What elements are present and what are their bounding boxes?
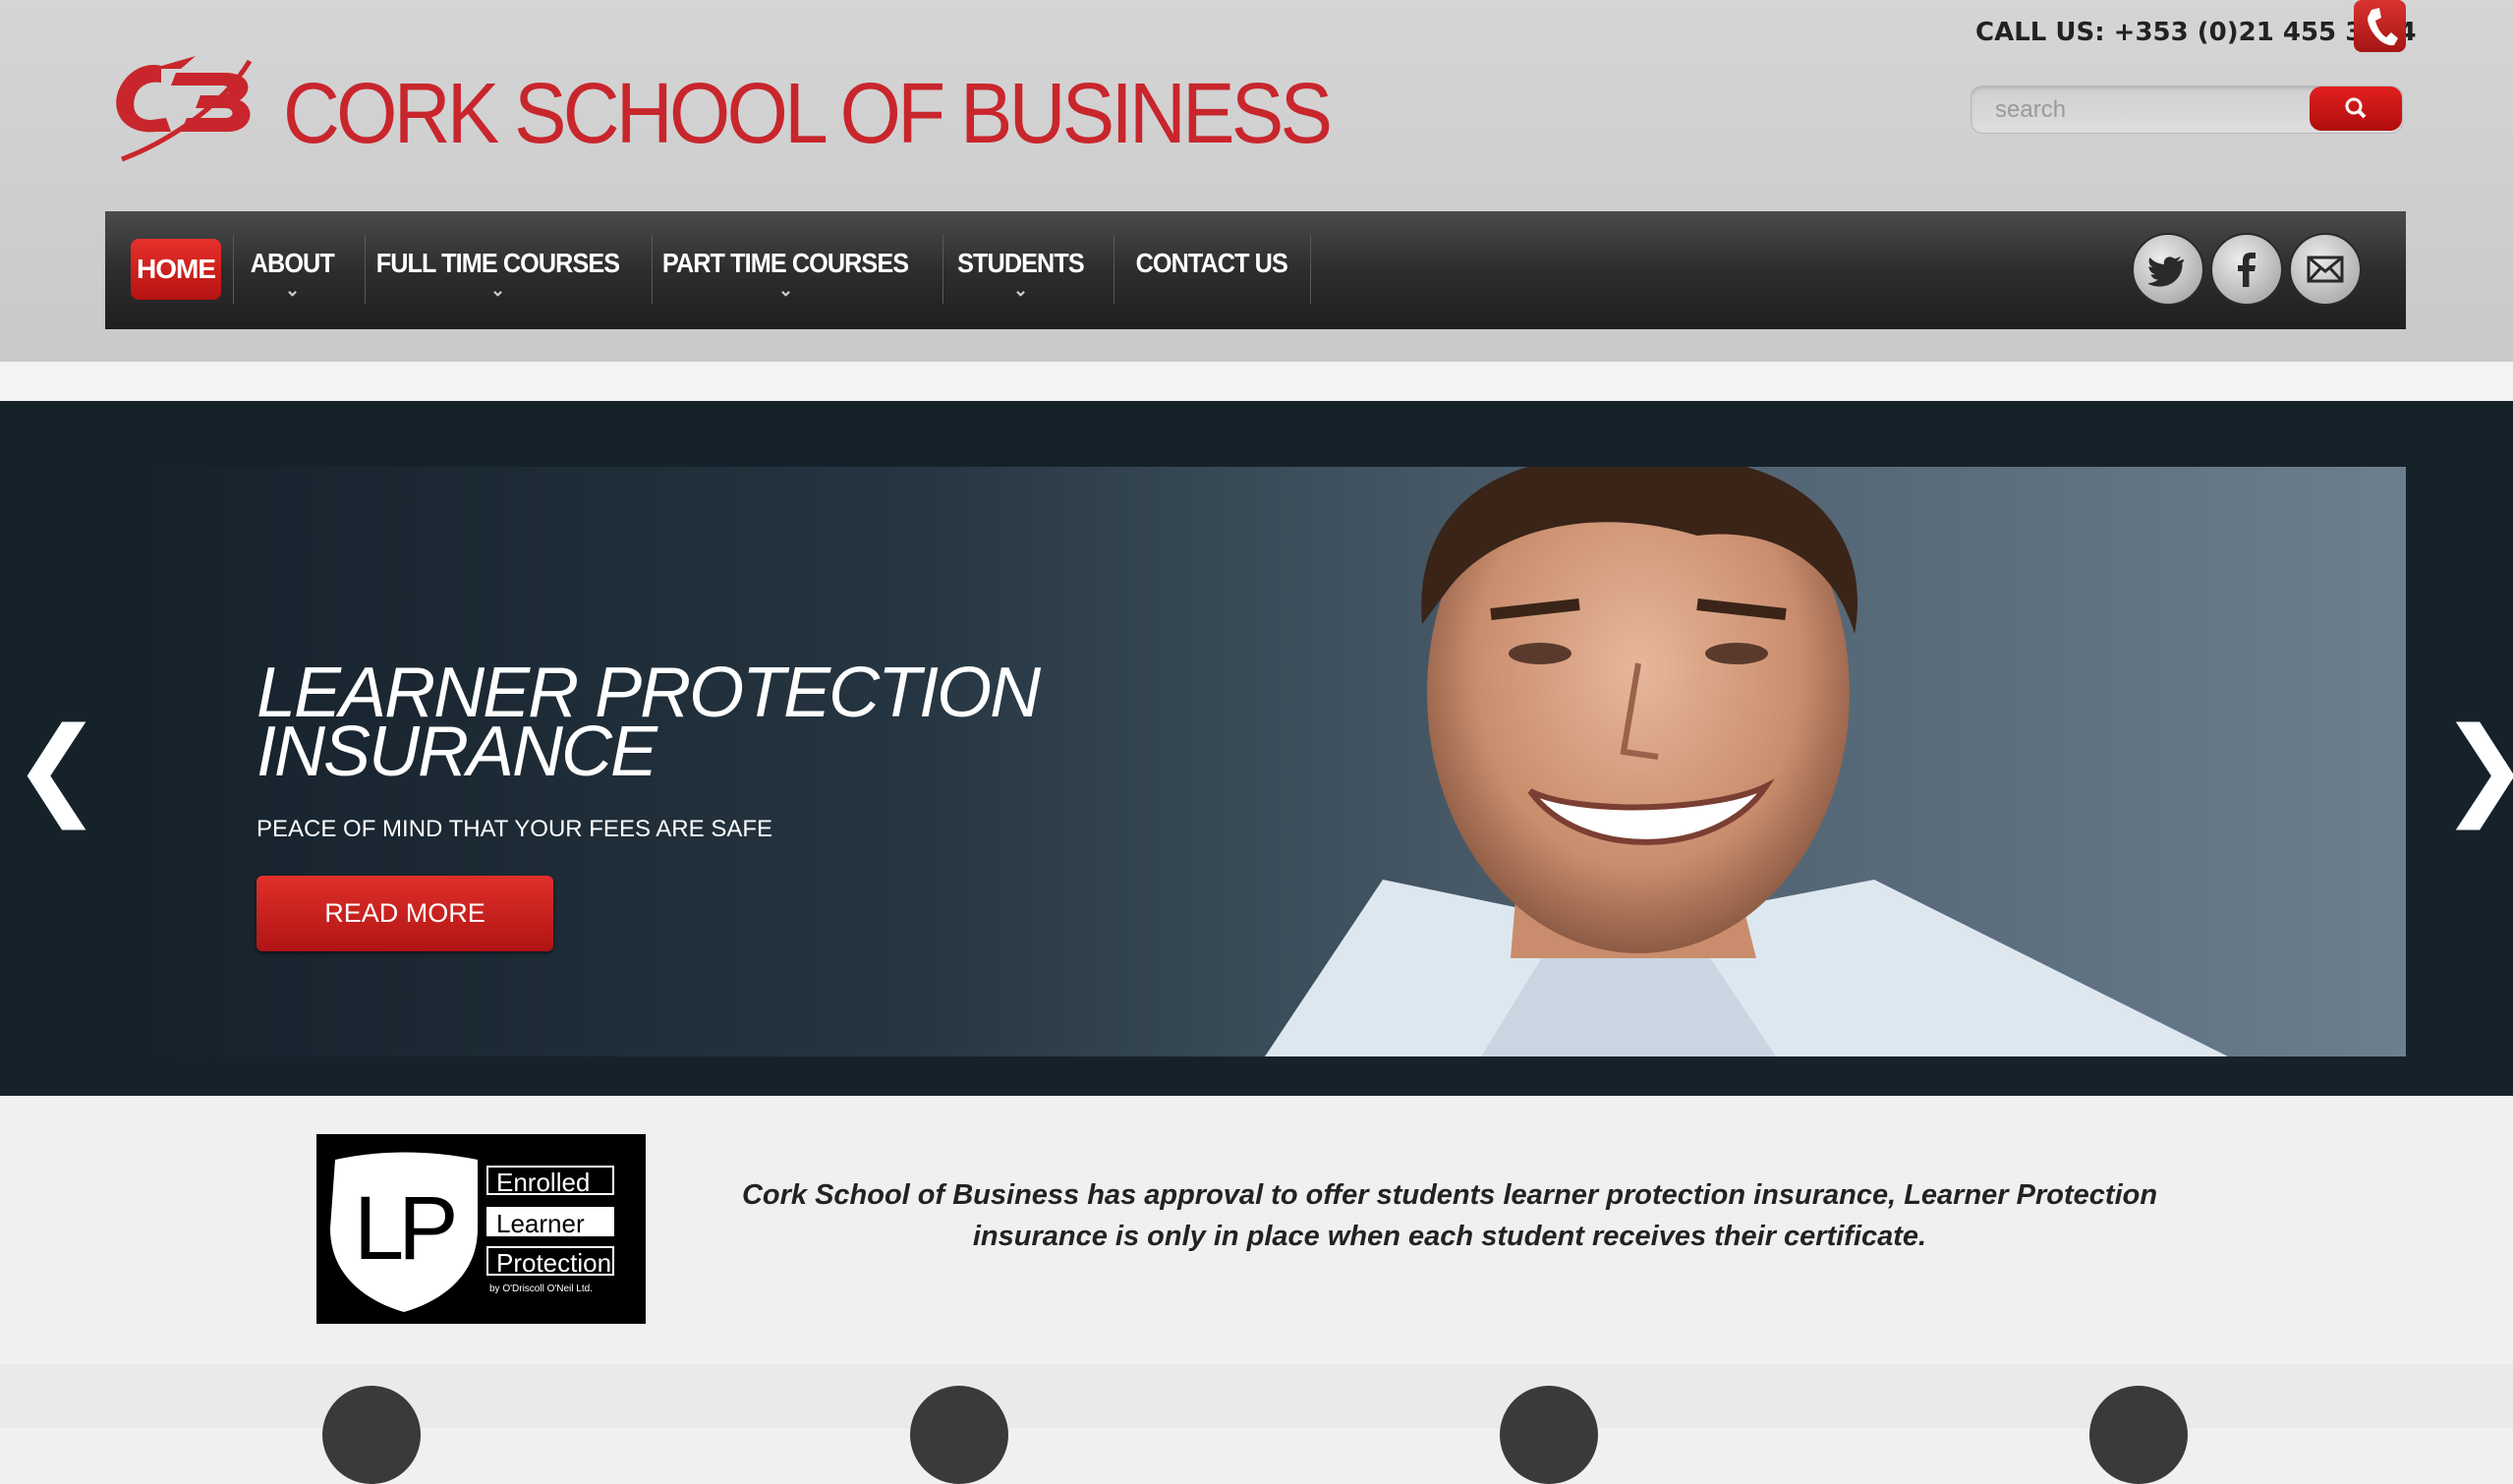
phone-button[interactable]	[2354, 0, 2406, 52]
nav-home-label: HOME	[137, 254, 216, 284]
learner-protection-description: Cork School of Business has approval to …	[741, 1179, 2158, 1252]
search-button[interactable]	[2310, 86, 2402, 131]
feature-document-icon[interactable]	[322, 1386, 421, 1484]
nav-item-home[interactable]: HOME	[131, 239, 221, 300]
chevron-down-icon: ⌄	[489, 280, 505, 300]
twitter-icon	[2148, 257, 2185, 287]
lp-initials: LP	[354, 1178, 459, 1279]
nav-part-time-label: PART TIME COURSES	[661, 248, 909, 278]
nav-item-full-time-courses[interactable]: FULL TIME COURSES ⌄	[371, 211, 624, 329]
nav-divider	[1310, 235, 1311, 304]
main-nav: HOME ABOUT ⌄ FULL TIME COURSES ⌄ PART TI…	[105, 211, 2406, 329]
nav-about-label: ABOUT	[250, 248, 334, 278]
csb-logo-icon	[116, 56, 253, 162]
lp-byline: by O'Driscoll O'Neil Ltd.	[489, 1284, 593, 1294]
lp-line-enrolled: Enrolled	[486, 1166, 614, 1197]
search-icon	[2345, 97, 2367, 119]
chevron-down-icon: ⌄	[777, 280, 793, 300]
lp-line-protection: Protection	[486, 1246, 614, 1278]
slider-next-arrow[interactable]: ❯	[2439, 713, 2513, 821]
nav-full-time-label: FULL TIME COURSES	[375, 248, 619, 278]
feature-chart-icon[interactable]	[910, 1386, 1008, 1484]
site-header: CORK SCHOOL OF BUSINESS CALL US: +353 (0…	[0, 0, 2513, 362]
chevron-down-icon: ⌄	[1012, 280, 1028, 300]
slide-subtitle: PEACE OF MIND THAT YOUR FEES ARE SAFE	[257, 816, 772, 842]
lp-line-learner: Learner	[486, 1207, 614, 1238]
nav-divider	[365, 235, 366, 304]
facebook-button[interactable]	[2210, 233, 2283, 306]
call-us-text: CALL US: +353 (0)21 455 3864	[1975, 18, 2417, 47]
nav-item-part-time-courses[interactable]: PART TIME COURSES ⌄	[657, 211, 913, 329]
site-logo[interactable]: CORK SCHOOL OF BUSINESS	[102, 47, 1333, 175]
feature-award-icon[interactable]	[1500, 1386, 1598, 1484]
read-more-button[interactable]: READ MORE	[257, 876, 553, 951]
nav-divider	[942, 235, 943, 304]
hero-slide: LEARNER PROTECTION INSURANCE PEACE OF MI…	[105, 467, 2406, 1056]
facebook-icon	[2238, 253, 2256, 287]
slider-prev-arrow[interactable]: ❮	[12, 713, 102, 821]
email-button[interactable]	[2289, 233, 2362, 306]
search-input[interactable]	[1993, 94, 2292, 126]
nav-students-label: STUDENTS	[956, 248, 1085, 278]
chevron-down-icon: ⌄	[284, 280, 300, 300]
twitter-button[interactable]	[2132, 233, 2204, 306]
logo-text: CORK SCHOOL OF BUSINESS	[283, 66, 1333, 161]
learner-protection-badge: LP Enrolled Learner Protection by O'Dris…	[316, 1134, 646, 1324]
nav-item-about[interactable]: ABOUT ⌄	[243, 211, 341, 329]
header-spacer	[0, 362, 2513, 401]
nav-divider	[233, 235, 234, 304]
phone-icon	[2368, 8, 2398, 46]
nav-item-students[interactable]: STUDENTS ⌄	[950, 211, 1090, 329]
read-more-label: READ MORE	[324, 898, 485, 928]
slide-title: LEARNER PROTECTION INSURANCE	[257, 654, 1041, 791]
feature-clock-icon[interactable]	[2089, 1386, 2188, 1484]
nav-divider	[652, 235, 653, 304]
email-icon	[2307, 256, 2344, 283]
nav-contact-label: CONTACT US	[1135, 248, 1288, 278]
nav-item-contact-us[interactable]: CONTACT US	[1123, 211, 1300, 329]
